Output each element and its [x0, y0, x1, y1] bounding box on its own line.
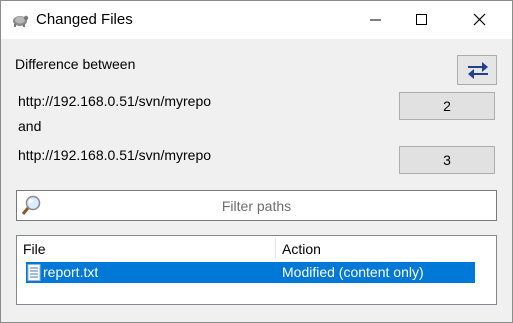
close-icon — [473, 13, 486, 26]
title-bar: Changed Files — [1, 1, 512, 39]
column-header-file[interactable]: File — [23, 236, 46, 260]
window-title: Changed Files — [36, 11, 133, 28]
filter-placeholder: Filter paths — [221, 198, 292, 214]
filter-paths-input[interactable]: Filter paths — [16, 190, 497, 221]
row-action: Modified (content only) — [282, 264, 424, 280]
column-divider[interactable] — [275, 238, 276, 258]
url-from: http://192.168.0.51/svn/myrepo — [18, 93, 212, 109]
url-to: http://192.168.0.51/svn/myrepo — [18, 147, 212, 163]
swap-revisions-button[interactable] — [457, 55, 497, 85]
swap-arrows-icon — [468, 62, 488, 79]
column-header-action[interactable]: Action — [282, 236, 321, 260]
list-row[interactable]: report.txt Modified (content only) — [26, 262, 475, 283]
changed-files-window: Changed Files Difference between http://… — [0, 0, 513, 323]
close-button[interactable] — [457, 1, 503, 39]
text-file-icon — [27, 264, 41, 284]
revision-from-button[interactable]: 2 — [399, 92, 495, 120]
maximize-button[interactable] — [399, 1, 445, 39]
row-file-name: report.txt — [43, 264, 99, 280]
difference-heading: Difference between — [15, 56, 136, 72]
and-label: and — [18, 118, 42, 134]
changed-files-list[interactable]: File Action report.txt Modified (content… — [16, 235, 497, 305]
minimize-button[interactable] — [353, 1, 399, 39]
app-turtle-icon — [11, 12, 29, 28]
revision-to-button[interactable]: 3 — [399, 146, 495, 174]
